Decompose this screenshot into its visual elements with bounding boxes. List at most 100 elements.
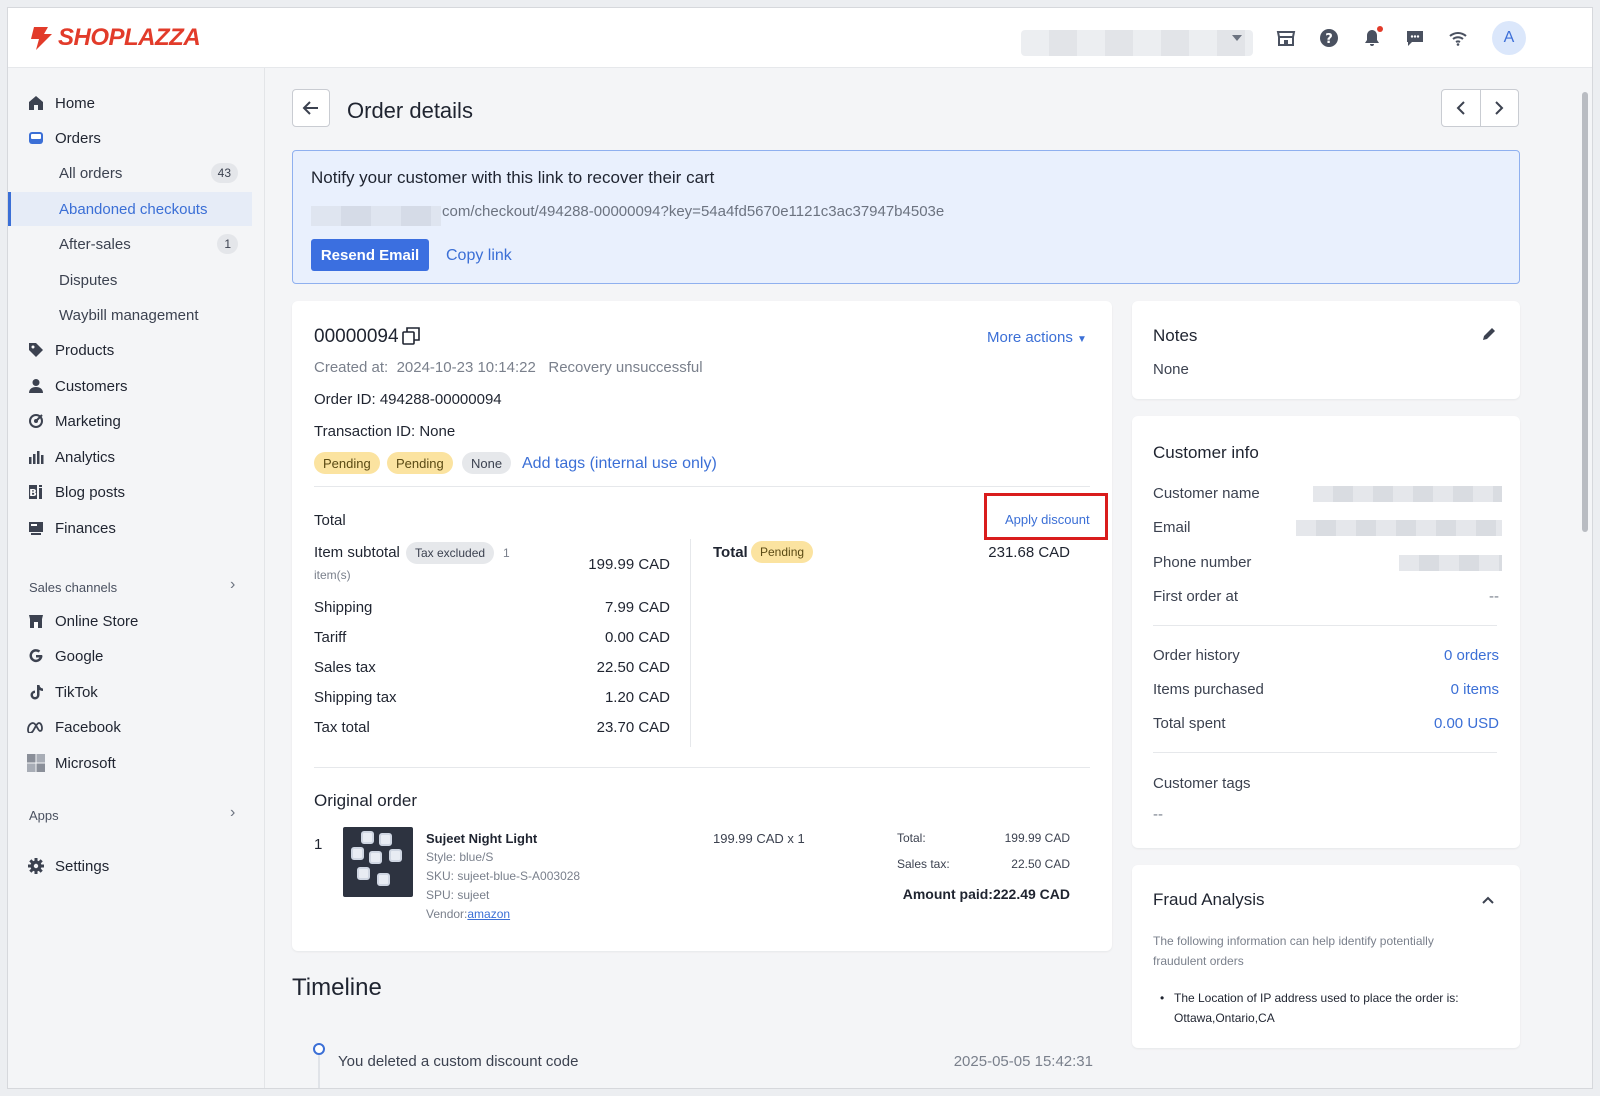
divider (314, 486, 1090, 487)
count-badge: 43 (210, 163, 238, 183)
product-vendor: Vendor:amazon (426, 907, 510, 921)
redacted-email (1296, 520, 1502, 536)
sidebar-item-tiktok[interactable]: TikTok (8, 675, 252, 709)
product-image[interactable] (343, 827, 413, 897)
chevron-right-icon[interactable]: › (230, 576, 235, 594)
sidebar-item-microsoft[interactable]: Microsoft (8, 746, 252, 780)
help-icon[interactable]: ? (1317, 26, 1341, 50)
sidebar-item-label: Finances (55, 519, 116, 537)
chevron-down-icon[interactable] (1232, 35, 1242, 41)
sidebar-item-products[interactable]: Products (8, 333, 252, 367)
vendor-link[interactable]: amazon (467, 907, 510, 921)
copy-icon[interactable] (402, 327, 420, 349)
line-tax-label: Sales tax: (897, 857, 950, 871)
customer-name-label: Customer name (1153, 485, 1260, 502)
banner-title: Notify your customer with this link to r… (311, 168, 715, 187)
sidebar-item-label: Google (55, 647, 104, 665)
sidebar-item-settings[interactable]: Settings (8, 849, 252, 883)
chat-icon[interactable] (1403, 26, 1427, 50)
chevron-up-icon[interactable] (1482, 891, 1494, 908)
order-id: Order ID: 494288-00000094 (314, 391, 502, 408)
sidebar-item-label: Microsoft (55, 754, 116, 772)
tiktok-icon (26, 682, 46, 702)
fraud-description: The following information can help ident… (1153, 934, 1434, 968)
edit-pencil-icon[interactable] (1482, 327, 1496, 345)
gear-icon (26, 856, 46, 876)
item-count: 1 (503, 546, 510, 560)
sidebar-item-waybill-management[interactable]: Waybill management (8, 298, 252, 332)
summary-label: Shipping (314, 599, 373, 616)
recovery-link: com/checkout/494288-00000094?key=54a4fd5… (442, 203, 945, 220)
created-at: Created at: 2024-10-23 10:14:22 Recovery… (314, 359, 703, 376)
orders-icon (26, 128, 46, 148)
sidebar-item-blog-posts[interactable]: B Blog posts (8, 475, 252, 509)
bell-icon[interactable] (1360, 26, 1384, 50)
divider (1153, 752, 1497, 753)
svg-text:?: ? (1325, 32, 1333, 47)
notes-card: Notes None (1132, 301, 1520, 399)
sidebar-item-label: Abandoned checkouts (59, 200, 208, 218)
sidebar-item-abandoned-checkouts[interactable]: Abandoned checkouts (8, 192, 252, 226)
resend-email-button[interactable]: Resend Email (311, 239, 429, 271)
customer-tags-label: Customer tags (1153, 775, 1251, 792)
sidebar-item-home[interactable]: Home (8, 86, 252, 120)
sidebar-item-all-orders[interactable]: All orders 43 (8, 156, 252, 190)
page-scrollbar[interactable] (1580, 86, 1590, 1076)
line-total-label: Total: (897, 831, 926, 845)
fraud-analysis-card: Fraud Analysis The following information… (1132, 865, 1520, 1048)
add-tags-link[interactable]: Add tags (internal use only) (522, 455, 717, 473)
home-icon (26, 93, 46, 113)
chevron-right-icon[interactable]: › (230, 804, 235, 822)
recover-cart-banner: Notify your customer with this link to r… (292, 150, 1520, 284)
wifi-icon[interactable] (1446, 26, 1470, 50)
timeline-event-time: 2025-05-05 15:42:31 (953, 1053, 1093, 1070)
back-button[interactable] (292, 89, 330, 127)
recovery-status: Recovery unsuccessful (548, 359, 703, 376)
sales-channels-heading: Sales channels (29, 580, 118, 595)
summary-label: Tax total (314, 719, 370, 736)
sidebar-item-marketing[interactable]: Marketing (8, 404, 252, 438)
copy-link-button[interactable]: Copy link (446, 247, 512, 265)
grand-total-label: Total (713, 544, 748, 561)
scrollbar-thumb[interactable] (1582, 92, 1588, 532)
sidebar-item-analytics[interactable]: Analytics (8, 440, 252, 474)
sidebar-item-facebook[interactable]: Facebook (8, 710, 252, 744)
line-number: 1 (314, 836, 323, 853)
line-tax-value: 22.50 CAD (1011, 857, 1070, 871)
sidebar-item-google[interactable]: Google (8, 639, 252, 673)
created-value: 2024-10-23 10:14:22 (396, 359, 536, 376)
store-selector[interactable] (1021, 30, 1253, 56)
order-history-link[interactable]: 0 orders (1444, 647, 1499, 664)
shoplazza-logo[interactable]: SHOPLAZZA (28, 24, 201, 52)
sidebar-item-online-store[interactable]: Online Store (8, 604, 252, 638)
previous-order-button[interactable] (1442, 90, 1481, 126)
original-order-title: Original order (314, 791, 417, 810)
sidebar-item-disputes[interactable]: Disputes (8, 263, 252, 297)
sidebar-item-customers[interactable]: Customers (8, 369, 252, 403)
avatar[interactable]: A (1492, 21, 1526, 55)
meta-icon (26, 717, 46, 737)
sidebar-item-finances[interactable]: Finances (8, 511, 252, 545)
items-purchased-link[interactable]: 0 items (1451, 681, 1499, 698)
next-order-button[interactable] (1481, 90, 1519, 126)
store-icon[interactable] (1274, 26, 1298, 50)
sidebar-item-after-sales[interactable]: After-sales 1 (8, 227, 252, 261)
sidebar-item-label: Customers (55, 377, 128, 395)
more-actions-dropdown[interactable]: More actions ▼ (987, 329, 1087, 346)
top-bar: SHOPLAZZA ? A (8, 8, 1592, 68)
redacted-customer-name (1313, 486, 1502, 502)
total-section-label: Total (314, 512, 346, 529)
summary-value: 23.70 CAD (596, 719, 670, 736)
total-spent-label: Total spent (1153, 715, 1226, 732)
product-spu: SPU: sujeet (426, 888, 490, 902)
notes-value: None (1153, 361, 1189, 378)
summary-label: Shipping tax (314, 689, 397, 706)
divider (1153, 625, 1497, 626)
apps-heading: Apps (29, 808, 59, 823)
bullet-dot: • (1160, 991, 1165, 1005)
order-card: 00000094 More actions ▼ Created at: 2024… (292, 301, 1112, 951)
sidebar-item-orders[interactable]: Orders (8, 121, 252, 155)
order-history-label: Order history (1153, 647, 1240, 664)
arrow-left-icon (302, 101, 318, 115)
product-name-link[interactable]: Sujeet Night Light (426, 831, 537, 846)
